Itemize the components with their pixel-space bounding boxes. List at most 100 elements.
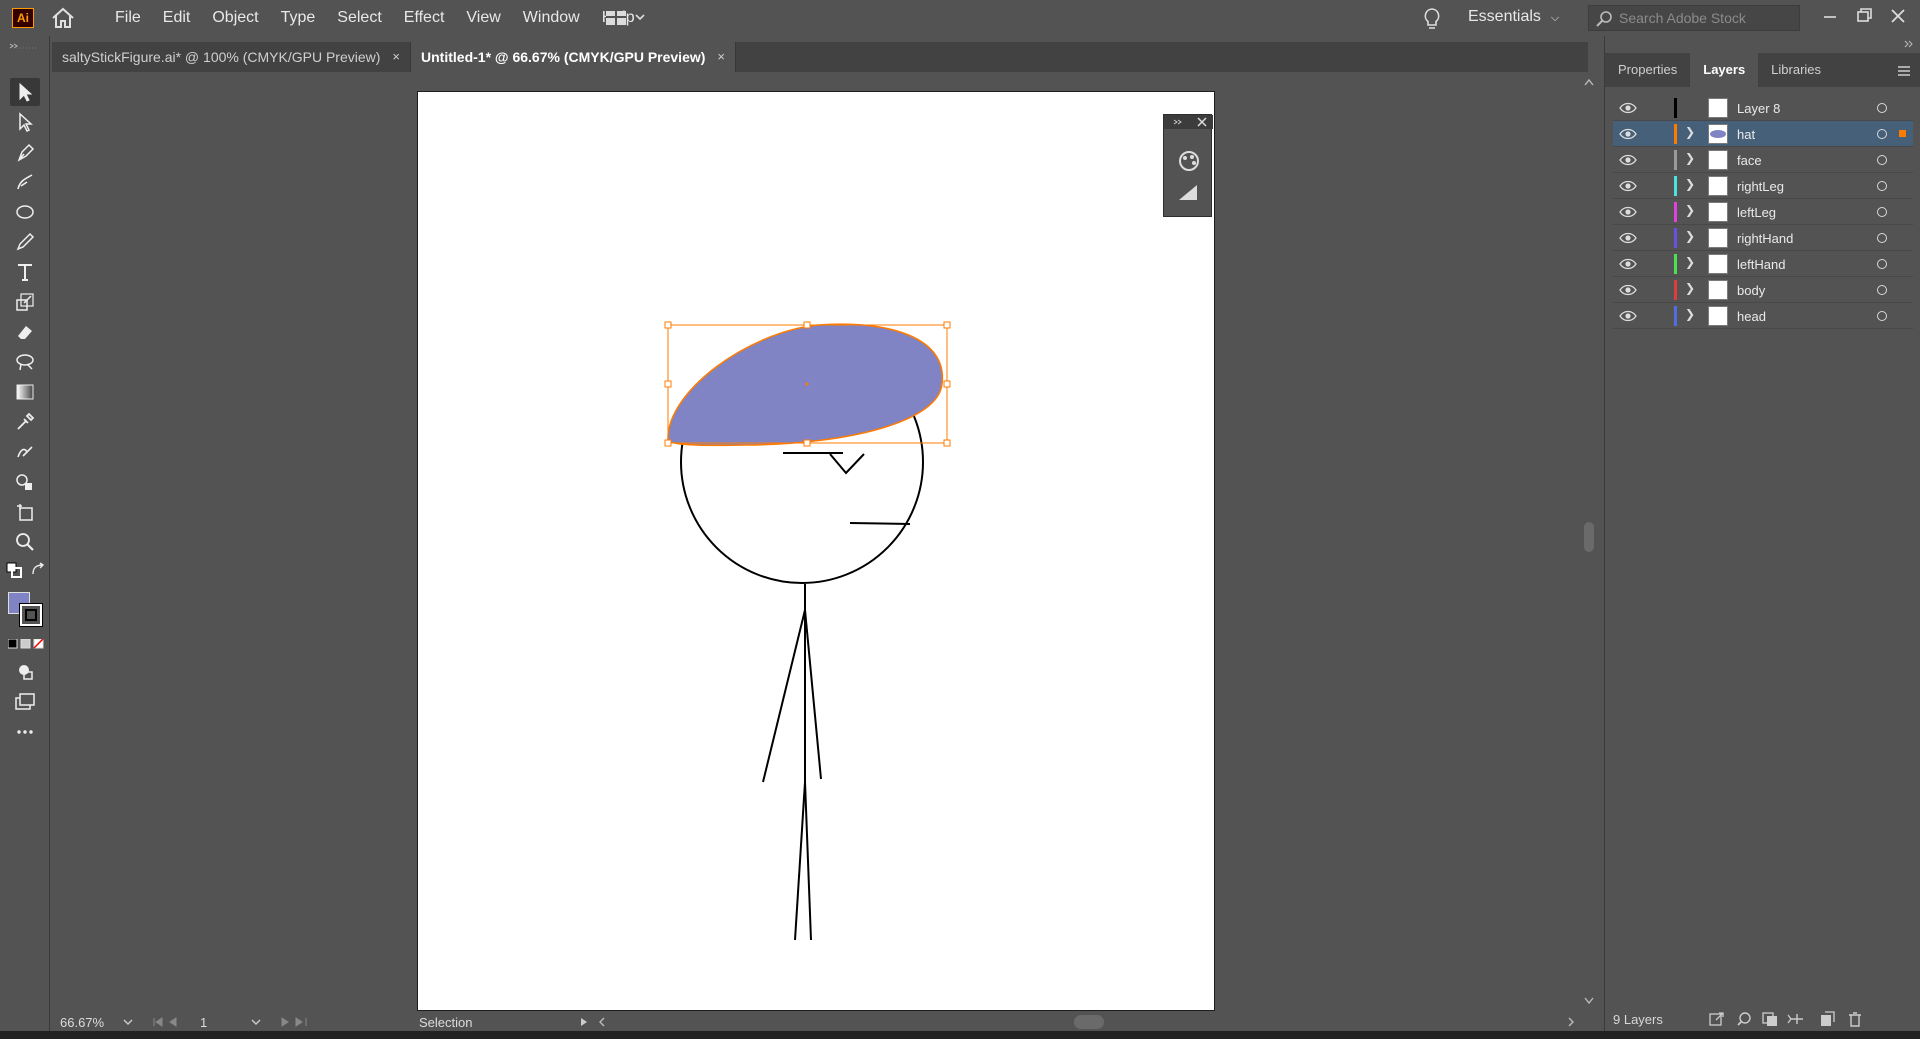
layer-name[interactable]: body: [1737, 283, 1765, 298]
next-last-artboard-icons[interactable]: [278, 1016, 318, 1028]
type-tool-icon[interactable]: [10, 258, 40, 286]
close-icon[interactable]: ×: [717, 42, 725, 72]
horizontal-scroll-thumb[interactable]: [1074, 1015, 1104, 1029]
tab-untitled-1[interactable]: Untitled-1* @ 66.67% (CMYK/GPU Preview) …: [411, 42, 736, 72]
canvas-area[interactable]: [52, 72, 1588, 1013]
minimize-button[interactable]: [1816, 4, 1844, 28]
lightbulb-icon[interactable]: [1420, 6, 1444, 32]
stock-search-field[interactable]: [1588, 5, 1800, 31]
eyedropper-tool-icon[interactable]: [10, 408, 40, 436]
target-circle-icon[interactable]: [1877, 285, 1887, 295]
panel-menu-icon[interactable]: [1897, 65, 1911, 77]
menu-view[interactable]: View: [455, 0, 511, 36]
zoom-tool-icon[interactable]: [10, 528, 40, 556]
zoom-level[interactable]: 66.67%: [60, 1015, 104, 1030]
layer-name[interactable]: rightLeg: [1737, 179, 1784, 194]
menu-select[interactable]: Select: [326, 0, 392, 36]
drawing-mode-icon[interactable]: [10, 658, 40, 686]
menu-type[interactable]: Type: [270, 0, 327, 36]
layer-name[interactable]: rightHand: [1737, 231, 1793, 246]
visibility-eye-icon[interactable]: [1619, 309, 1637, 323]
tab-properties[interactable]: Properties: [1605, 53, 1690, 87]
target-circle-icon[interactable]: [1877, 207, 1887, 217]
selection-tool-icon[interactable]: [10, 78, 40, 106]
tab-layers[interactable]: Layers: [1690, 53, 1759, 87]
vertical-scrollbar[interactable]: [1580, 72, 1598, 1013]
expand-chevron-icon[interactable]: ❯: [1685, 229, 1695, 243]
target-circle-icon[interactable]: [1877, 181, 1887, 191]
visibility-eye-icon[interactable]: [1619, 283, 1637, 297]
pencil-tool-icon[interactable]: [10, 228, 40, 256]
first-previous-artboard-icons[interactable]: [152, 1016, 192, 1028]
close-window-button[interactable]: [1884, 4, 1912, 28]
lasso-tool-icon[interactable]: [10, 348, 40, 376]
swap-colors-icon[interactable]: [30, 562, 46, 578]
target-circle-icon[interactable]: [1877, 129, 1887, 139]
artboard-tool-icon[interactable]: [10, 498, 40, 526]
stroke-swatch[interactable]: [19, 603, 43, 627]
expand-chevron-icon[interactable]: ❯: [1685, 203, 1695, 217]
layer-name[interactable]: leftHand: [1737, 257, 1785, 272]
layer-row[interactable]: Layer 8: [1613, 95, 1913, 121]
default-colors-icon[interactable]: [6, 562, 24, 578]
scroll-up-icon[interactable]: [1584, 78, 1594, 86]
expand-chevron-icon[interactable]: ❯: [1685, 255, 1695, 269]
visibility-eye-icon[interactable]: [1619, 101, 1637, 115]
visibility-eye-icon[interactable]: [1619, 127, 1637, 141]
expand-chevron-icon[interactable]: ❯: [1685, 307, 1695, 321]
target-circle-icon[interactable]: [1877, 259, 1887, 269]
selected-art-indicator[interactable]: [1899, 130, 1906, 137]
artboard[interactable]: [417, 91, 1215, 1011]
eraser-tool-icon[interactable]: [10, 318, 40, 346]
expand-chevron-icon[interactable]: ❯: [1685, 125, 1695, 139]
ellipse-tool-icon[interactable]: [10, 198, 40, 226]
stick-figure-artwork[interactable]: [418, 92, 1216, 1012]
chevron-down-icon[interactable]: [122, 1016, 134, 1028]
tab-libraries[interactable]: Libraries: [1758, 53, 1834, 87]
symbol-sprayer-tool-icon[interactable]: [10, 468, 40, 496]
layer-row[interactable]: ❯ leftHand: [1613, 251, 1913, 277]
collapse-toolbar-icon[interactable]: [8, 42, 42, 50]
layer-row[interactable]: ❯ rightHand: [1613, 225, 1913, 251]
screen-mode-icon[interactable]: [10, 688, 40, 716]
menu-window[interactable]: Window: [512, 0, 591, 36]
layer-name[interactable]: head: [1737, 309, 1766, 324]
visibility-eye-icon[interactable]: [1619, 257, 1637, 271]
layer-name[interactable]: Layer 8: [1737, 101, 1780, 116]
more-tools-icon[interactable]: [10, 718, 40, 746]
scroll-right-icon[interactable]: [1566, 1016, 1576, 1028]
menu-edit[interactable]: Edit: [152, 0, 202, 36]
expand-chevron-icon[interactable]: ❯: [1685, 151, 1695, 165]
artboard-number[interactable]: 1: [200, 1015, 207, 1030]
scale-tool-icon[interactable]: [10, 288, 40, 316]
collapse-panel-icon[interactable]: [1903, 40, 1915, 48]
layer-row[interactable]: ❯ head: [1613, 303, 1913, 329]
visibility-eye-icon[interactable]: [1619, 153, 1637, 167]
scroll-left-icon[interactable]: [597, 1016, 607, 1028]
close-icon[interactable]: ×: [392, 42, 400, 72]
layer-name[interactable]: leftLeg: [1737, 205, 1776, 220]
menu-object[interactable]: Object: [201, 0, 269, 36]
pen-tool-icon[interactable]: [10, 138, 40, 166]
gradient-tool-icon[interactable]: [10, 378, 40, 406]
workspace-switcher[interactable]: Essentials ⌵: [1468, 0, 1559, 36]
chevron-down-icon[interactable]: [250, 1016, 262, 1028]
direct-selection-tool-icon[interactable]: [10, 108, 40, 136]
visibility-eye-icon[interactable]: [1619, 179, 1637, 193]
restore-button[interactable]: [1850, 4, 1878, 28]
scroll-down-icon[interactable]: [1584, 997, 1594, 1005]
target-circle-icon[interactable]: [1877, 311, 1887, 321]
expand-chevron-icon[interactable]: ❯: [1685, 177, 1695, 191]
home-icon[interactable]: [50, 7, 76, 29]
layer-name[interactable]: hat: [1737, 127, 1755, 142]
menu-file[interactable]: File: [104, 0, 152, 36]
visibility-eye-icon[interactable]: [1619, 205, 1637, 219]
target-circle-icon[interactable]: [1877, 103, 1887, 113]
status-menu-arrow-icon[interactable]: [579, 1016, 589, 1028]
layer-row[interactable]: ❯ body: [1613, 277, 1913, 303]
visibility-eye-icon[interactable]: [1619, 231, 1637, 245]
color-mode-buttons[interactable]: [7, 636, 44, 649]
target-circle-icon[interactable]: [1877, 155, 1887, 165]
menu-effect[interactable]: Effect: [393, 0, 456, 36]
layer-row[interactable]: ❯ leftLeg: [1613, 199, 1913, 225]
